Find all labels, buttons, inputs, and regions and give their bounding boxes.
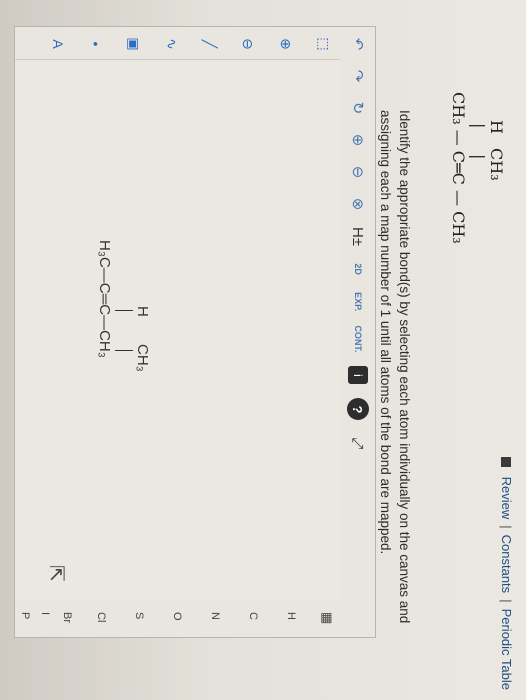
periodic-table-link[interactable]: Periodic Table — [499, 609, 514, 690]
drawing-canvas[interactable]: H CH₃ H₃C—C═C—CH₃ ⇱ — [15, 59, 341, 600]
element-n[interactable]: N — [209, 612, 221, 620]
rotated-content: Review | Constants | Periodic Table H CH… — [0, 0, 526, 700]
screen: Review | Constants | Periodic Table H CH… — [0, 0, 526, 700]
atom-label-tool[interactable]: A — [47, 33, 69, 55]
select-tool[interactable]: ⬚ — [313, 33, 335, 55]
redo-button[interactable]: ↷ — [347, 67, 369, 85]
top-bar: Review | Constants | Periodic Table — [486, 0, 526, 700]
canvas-ch3-label: CH₃ — [134, 344, 151, 372]
element-i[interactable]: I — [39, 612, 51, 615]
element-cl[interactable]: Cl — [95, 612, 107, 622]
mol-h-label: H — [487, 120, 506, 134]
canvas-h-label: H — [134, 306, 151, 317]
element-br[interactable]: Br — [61, 612, 73, 623]
element-s[interactable]: S — [133, 612, 145, 619]
canvas-vertical-bond — [115, 310, 133, 311]
review-link[interactable]: Review — [499, 477, 514, 520]
ring-tool[interactable]: ▣ — [123, 33, 145, 55]
mol-ch3-label: CH₃ — [487, 148, 506, 181]
mol-bond-mark: | — [469, 123, 488, 129]
positive-charge-tool[interactable]: ⊕ — [275, 33, 297, 55]
flag-icon — [501, 456, 512, 467]
link-separator: | — [499, 525, 514, 529]
zoom-out-button[interactable]: ⊖ — [347, 163, 369, 181]
2d-button[interactable]: 2D — [347, 260, 369, 278]
periodic-grid-icon[interactable]: ▦ — [319, 612, 335, 624]
expand-button[interactable]: EXP. — [347, 292, 369, 311]
left-toolbar: ⬚ ⊕ ⊖ ╱ ∿ ▣ • A — [15, 27, 341, 59]
hydrogen-toggle-button[interactable]: H± — [347, 227, 369, 246]
help-button[interactable]: ? — [347, 398, 369, 421]
mol-chain: CH₃ — C═C — CH₃ — [449, 92, 468, 244]
element-p[interactable]: P — [19, 612, 31, 619]
fullscreen-icon[interactable]: ⤢ — [347, 434, 369, 452]
bond-tool[interactable]: ╱ — [199, 33, 221, 55]
chain-tool[interactable]: ∿ — [161, 33, 183, 55]
canvas-structure: H CH₃ H₃C—C═C—CH₃ — [81, 240, 151, 480]
link-separator: | — [499, 599, 514, 603]
editor-toolbar: ↶ ↷ ↻ ⊕ ⊖ ⊗ H± 2D EXP. CONT. i ? ⤢ — [341, 27, 375, 637]
instruction-text: Identify the appropriate bond(s) by sele… — [378, 110, 412, 624]
resource-links: Review | Constants | Periodic Table — [499, 456, 514, 690]
clear-button[interactable]: ⊗ — [347, 195, 369, 213]
negative-charge-tool[interactable]: ⊖ — [237, 33, 259, 55]
zoom-in-button[interactable]: ⊕ — [347, 131, 369, 149]
element-h[interactable]: H — [285, 612, 297, 620]
lone-pair-tool[interactable]: • — [85, 33, 107, 55]
undo-button[interactable]: ↶ — [347, 35, 369, 53]
constants-link[interactable]: Constants — [499, 535, 514, 594]
canvas-vertical-bond — [115, 350, 133, 351]
element-o[interactable]: O — [171, 612, 183, 621]
contract-button[interactable]: CONT. — [347, 325, 369, 352]
element-c[interactable]: C — [247, 612, 259, 620]
periodic-sidebar: ▦ H C N O S Cl Br I P — [15, 602, 341, 636]
mol-bond-mark: | — [469, 154, 488, 160]
info-button[interactable]: i — [348, 366, 368, 385]
canvas-chain: H₃C—C═C—CH₃ — [96, 240, 113, 358]
reset-button[interactable]: ↻ — [347, 99, 369, 117]
molecule-editor: ↶ ↷ ↻ ⊕ ⊖ ⊗ H± 2D EXP. CONT. i ? ⤢ ⬚ ⊕ ⊖… — [14, 26, 376, 638]
mouse-cursor-icon: ⇱ — [45, 565, 67, 582]
